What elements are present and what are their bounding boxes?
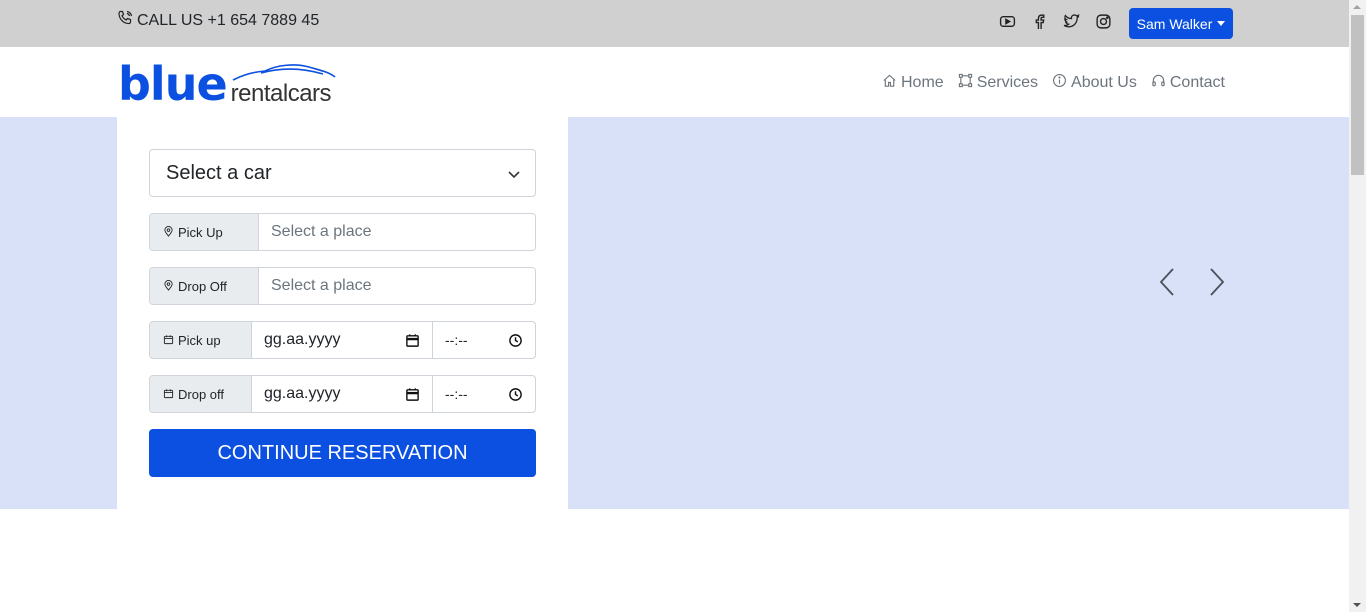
pickup-date-value: gg.aa.yyyy [264,331,341,348]
phone-contact[interactable]: CALL US +1 654 7889 45 [117,10,319,31]
map-pin-icon [163,225,174,240]
topbar: CALL US +1 654 7889 45 Sam Walker [0,0,1349,47]
dropoff-date-label: Drop off [178,386,225,402]
dropoff-date-value: gg.aa.yyyy [264,385,341,402]
headphones-icon [1151,73,1166,93]
dropoff-place-addon: Drop Off [150,268,259,304]
pickup-time-value: --:-- [445,332,468,348]
pickup-datetime-group: Pick up gg.aa.yyyy --:-- [149,321,536,359]
nav-item-about[interactable]: About Us [1052,73,1137,93]
carousel-next-button[interactable] [1207,267,1227,297]
car-select[interactable]: Select a car [149,149,536,197]
page-scrollbar[interactable] [1349,0,1366,612]
logo-main-text: blue [118,57,228,111]
nav-item-about-label: About Us [1071,74,1137,91]
info-icon [1052,73,1067,93]
calendar-picker-icon[interactable] [405,333,420,348]
pickup-place-group: Pick Up [149,213,536,251]
user-name: Sam Walker [1136,15,1213,32]
pickup-time-input[interactable]: --:-- [433,322,535,358]
hero-carousel: Select a car Pick Up Drop Off [0,117,1349,509]
pickup-date-label: Pick up [178,332,221,348]
clock-icon[interactable] [508,387,523,402]
pickup-place-addon: Pick Up [150,214,259,250]
scroll-down-arrow-icon[interactable] [1353,603,1361,607]
scrollbar-thumb[interactable] [1351,15,1364,175]
continue-reservation-button[interactable]: CONTINUE RESERVATION [149,429,536,477]
dropoff-time-value: --:-- [445,386,468,402]
calendar-icon [163,387,174,402]
home-icon [882,73,897,93]
scroll-up-arrow-icon[interactable] [1353,5,1361,9]
dropoff-place-input[interactable] [259,268,535,304]
chevron-left-icon [1159,268,1174,296]
phone-text: CALL US +1 654 7889 45 [137,11,320,29]
dropoff-date-addon: Drop off [150,376,252,412]
nav-item-services[interactable]: Services [958,73,1038,93]
chevron-right-icon [1210,268,1225,296]
dropoff-place-label: Drop Off [178,278,227,294]
dropoff-datetime-group: Drop off gg.aa.yyyy --:-- [149,375,536,413]
pickup-place-label: Pick Up [178,224,223,240]
navbar: blue rentalcars Home Services About Us C… [0,47,1349,117]
nav-item-contact-label: Contact [1169,74,1225,91]
carousel-prev-button[interactable] [1157,267,1177,297]
logo[interactable]: blue rentalcars [118,57,336,111]
calendar-picker-icon[interactable] [405,387,420,402]
car-logo-icon [232,64,336,81]
user-dropdown-button[interactable]: Sam Walker [1129,8,1233,39]
twitter-icon[interactable] [1062,12,1080,30]
nav-item-home-label: Home [901,74,944,91]
social-links [998,12,1112,30]
dropoff-date-input[interactable]: gg.aa.yyyy [252,376,433,412]
nav-item-contact[interactable]: Contact [1151,73,1225,93]
dropoff-place-group: Drop Off [149,267,536,305]
services-icon [958,73,973,93]
instagram-icon[interactable] [1094,12,1112,30]
calendar-icon [163,333,174,348]
map-pin-icon [163,279,174,294]
pickup-place-input[interactable] [259,214,535,250]
main-nav: Home Services About Us Contact [882,73,1225,93]
nav-item-services-label: Services [976,74,1039,91]
pickup-date-addon: Pick up [150,322,252,358]
phone-icon [117,10,133,31]
nav-item-home[interactable]: Home [882,73,944,93]
car-select-value: Select a car [166,161,272,184]
logo-sub-text: rentalcars [230,80,332,107]
chevron-down-icon [508,171,520,179]
youtube-icon[interactable] [998,12,1016,30]
facebook-icon[interactable] [1030,12,1048,30]
caret-down-icon [1217,21,1226,26]
dropoff-time-input[interactable]: --:-- [433,376,535,412]
pickup-date-input[interactable]: gg.aa.yyyy [252,322,433,358]
reservation-form: Select a car Pick Up Drop Off [117,117,568,509]
clock-icon[interactable] [508,333,523,348]
